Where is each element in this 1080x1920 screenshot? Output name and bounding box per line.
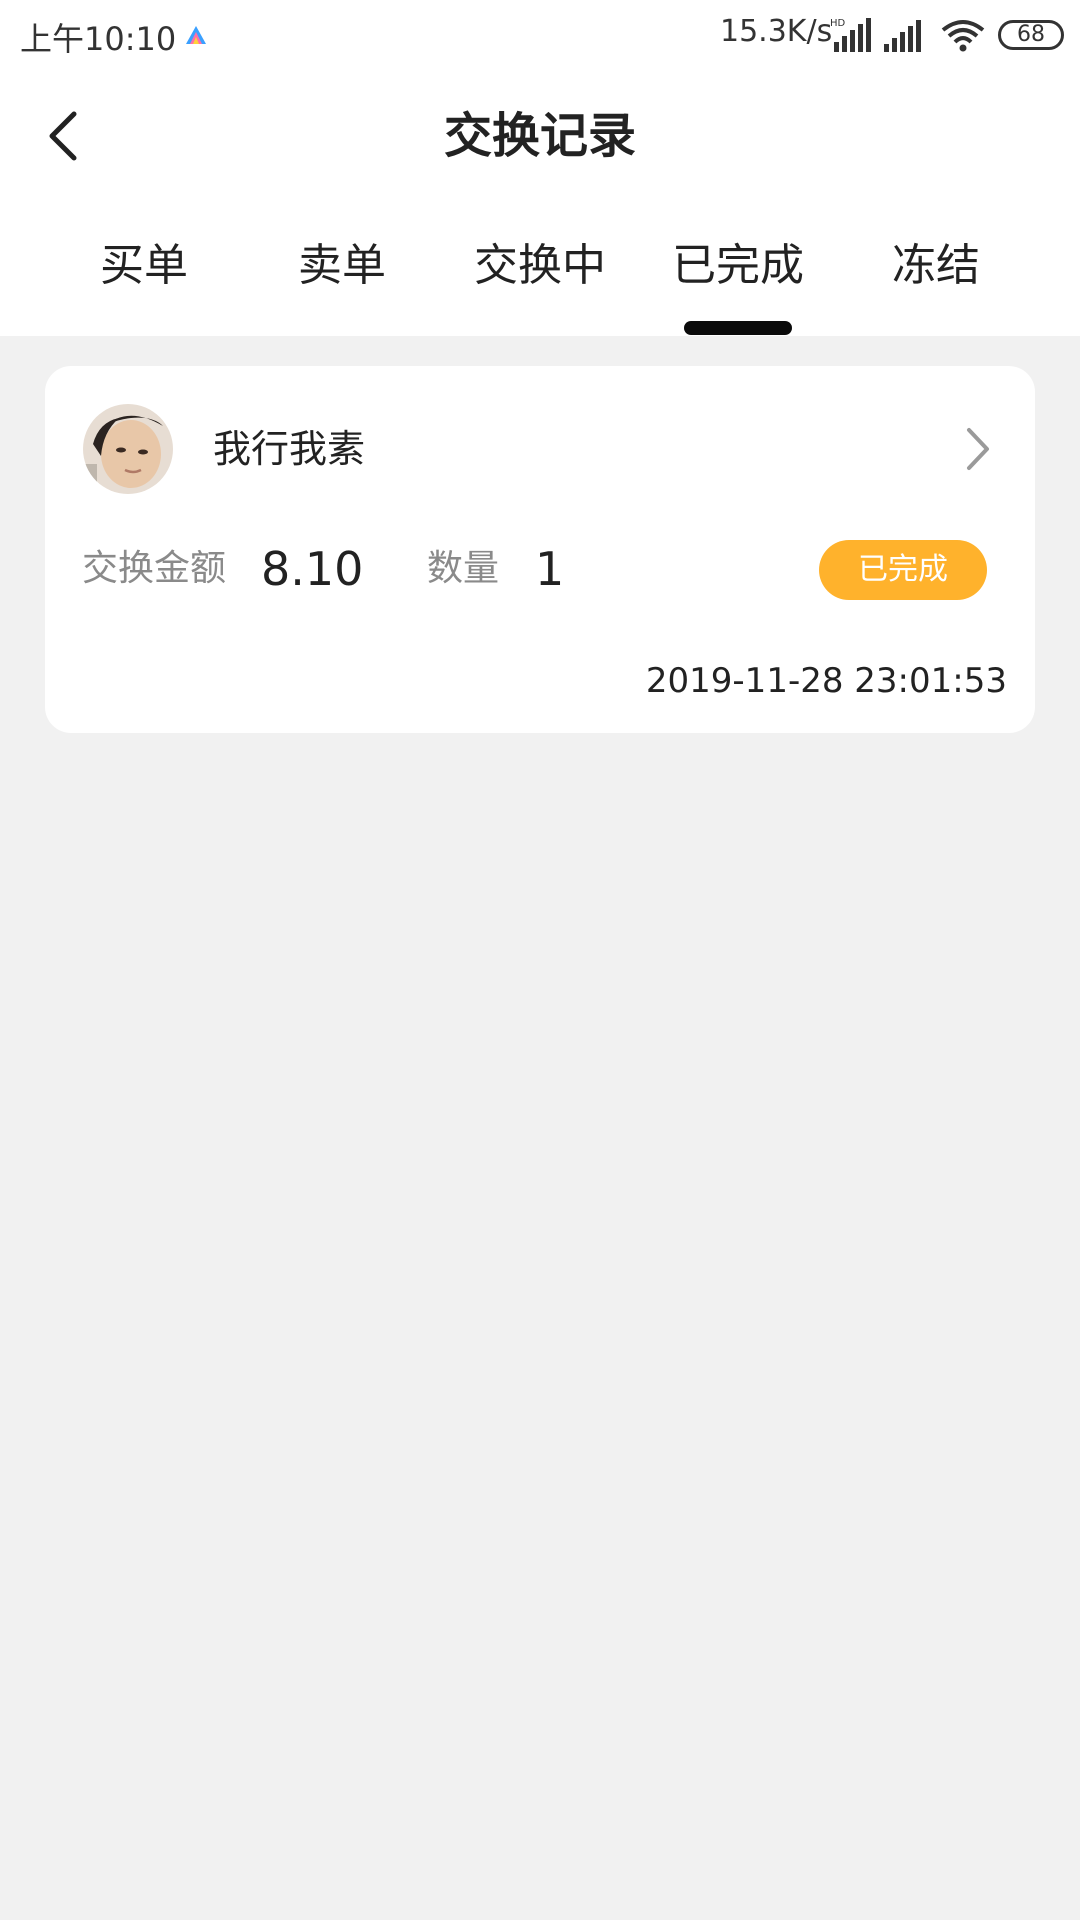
signal-icon xyxy=(884,20,921,52)
chevron-right-icon[interactable] xyxy=(959,424,995,474)
avatar[interactable] xyxy=(83,404,173,494)
timestamp: 2019-11-28 23:01:53 xyxy=(645,661,1007,701)
battery-icon: 68 xyxy=(998,20,1064,50)
hd-label: HD xyxy=(830,18,846,29)
status-bar: 上午10:10 15.3K/s HD 68 xyxy=(0,0,1080,72)
tab-completed[interactable]: 已完成 xyxy=(638,236,838,296)
header-area: 上午10:10 15.3K/s HD 68 交换记录 买单 卖单 交换中 已完成… xyxy=(0,0,1080,336)
tab-indicator xyxy=(684,321,792,335)
amount-label: 交换金额 xyxy=(82,548,227,589)
record-card[interactable]: 我行我素 交换金额 8.10 数量 1 已完成 2019-11-28 23:01… xyxy=(45,366,1035,733)
page-title: 交换记录 xyxy=(443,108,636,164)
signal-icon: HD xyxy=(830,18,871,52)
tab-exchanging[interactable]: 交换中 xyxy=(440,236,640,296)
amount-value: 8.10 xyxy=(261,542,364,596)
status-time: 上午10:10 xyxy=(20,20,177,58)
quantity-value: 1 xyxy=(535,542,565,596)
tab-buy[interactable]: 买单 xyxy=(44,236,244,296)
tab-sell[interactable]: 卖单 xyxy=(242,236,442,296)
quantity-label: 数量 xyxy=(427,548,500,589)
network-speed: 15.3K/s xyxy=(720,14,833,49)
wifi-icon xyxy=(941,20,985,52)
seller-name: 我行我素 xyxy=(213,427,366,471)
app-icon xyxy=(186,26,206,44)
status-badge: 已完成 xyxy=(819,540,987,600)
tab-frozen[interactable]: 冻结 xyxy=(836,236,1036,296)
